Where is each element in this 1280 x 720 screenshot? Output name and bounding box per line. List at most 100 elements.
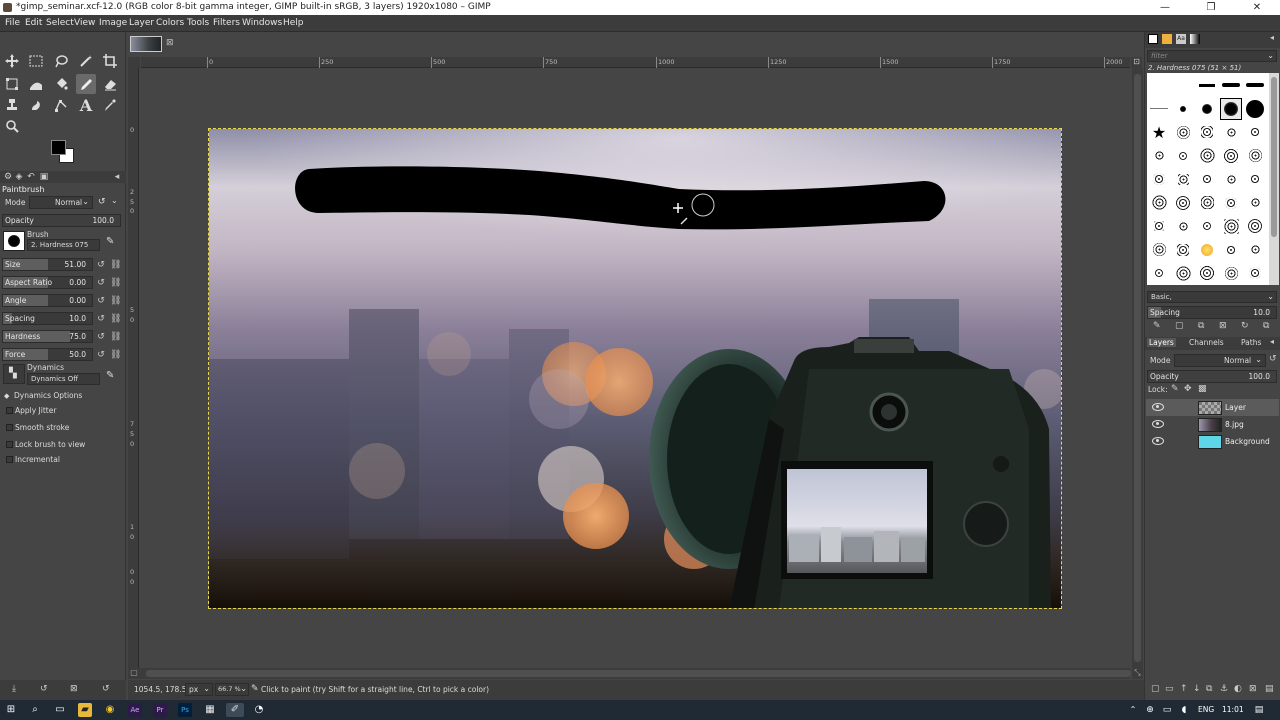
panel-menu-icon[interactable]: ◂ [112,172,122,182]
mode-dropdown[interactable]: Normal ⌄ [29,196,93,209]
slider-hardness[interactable]: Hardness 75.0 [2,330,93,343]
expander-icon[interactable]: ◆ [4,392,9,400]
file-explorer-icon[interactable]: ▰ [78,703,92,717]
brush-cell[interactable] [1220,192,1242,214]
tab-paths[interactable]: Paths [1241,338,1261,347]
duplicate-brush-icon[interactable]: ⧉ [1198,321,1204,331]
brush-cell[interactable] [1220,168,1242,190]
eye-icon[interactable] [1152,437,1164,445]
brush-cell[interactable] [1196,74,1218,96]
brush-tag-input[interactable]: Basic, ⌄ [1147,291,1277,303]
brush-cell[interactable] [1172,98,1194,120]
brush-cell[interactable] [1196,168,1218,190]
battery-icon[interactable]: ▭ [1160,703,1174,717]
image-tab-thumbnail[interactable] [130,36,162,52]
chain-icon[interactable]: ⛓ [110,332,121,342]
more-layer-icon[interactable]: ▤ [1265,684,1274,694]
crop-icon[interactable] [100,51,120,71]
menu-image[interactable]: Image [99,18,127,28]
brush-cell[interactable] [1244,74,1266,96]
maximize-button[interactable]: ❐ [1188,0,1234,15]
brush-cell[interactable] [1244,262,1266,284]
gimp-taskbar-icon[interactable]: ✐ [226,703,244,717]
brushes-tab-icon[interactable] [1148,34,1158,44]
close-tab-icon[interactable]: ⊠ [166,38,174,48]
brush-cell[interactable] [1148,168,1170,190]
brush-cell[interactable] [1196,215,1218,237]
slider-angle[interactable]: Angle 0.00 [2,294,93,307]
dynamics-field[interactable]: Dynamics Off [27,373,100,385]
menu-select[interactable]: Select [46,18,74,28]
quick-mask-icon[interactable]: ▢ [128,668,140,679]
patterns-tab-icon[interactable] [1162,34,1172,44]
warp-transform-icon[interactable] [26,74,46,94]
brush-cell[interactable] [1220,74,1242,96]
brush-cell[interactable] [1196,262,1218,284]
bucket-fill-icon[interactable] [51,74,71,94]
brush-cell[interactable] [1220,215,1242,237]
brush-cell[interactable] [1196,98,1218,120]
new-group-icon[interactable]: ▭ [1165,684,1174,694]
brush-cell-selected[interactable] [1220,97,1242,120]
unified-transform-icon[interactable] [2,74,22,94]
image-canvas[interactable] [208,128,1062,609]
premiere-icon[interactable]: Ae [128,703,142,717]
chain-icon[interactable]: ⛓ [110,350,121,360]
brush-grid[interactable]: ★ [1147,73,1269,285]
menu-windows[interactable]: Windows [242,18,282,28]
brush-name-field[interactable]: 2. Hardness 075 [27,239,100,251]
panel-menu-icon[interactable]: ◂ [1270,33,1274,42]
brush-cell[interactable] [1172,215,1194,237]
brush-filter-input[interactable]: filter ⌄ [1147,50,1277,62]
brush-cell[interactable] [1220,239,1242,261]
slider-size[interactable]: Size 51.00 [2,258,93,271]
images-tab-icon[interactable]: ▣ [39,172,49,182]
fg-bg-colors[interactable] [50,139,78,165]
speaker-icon[interactable]: ◖ [1177,703,1191,717]
menu-filters[interactable]: Filters [213,18,240,28]
chevron-up-icon[interactable]: ⌃ [1126,703,1140,717]
brush-cell[interactable]: ★ [1148,121,1170,143]
reset-layer-mode-icon[interactable]: ↺ [1269,354,1277,364]
reset-mode-icon[interactable]: ↺ [98,197,106,207]
minimize-button[interactable]: — [1142,0,1188,15]
edit-dynamics-icon[interactable]: ✎ [106,370,114,381]
vertical-scrollbar[interactable] [1132,68,1143,668]
refresh-brushes-icon[interactable]: ↻ [1241,321,1249,331]
brush-cell[interactable] [1220,121,1242,143]
menu-file[interactable]: File [5,18,20,28]
brush-cell[interactable] [1196,192,1218,214]
brush-cell[interactable] [1148,239,1170,261]
text-tool-icon[interactable]: A [76,95,96,115]
lasso-icon[interactable] [51,51,71,71]
rect-select-icon[interactable] [26,51,46,71]
brush-cell[interactable] [1172,262,1194,284]
brush-cell[interactable] [1148,98,1170,120]
brush-cell[interactable] [1220,262,1242,284]
language-indicator[interactable]: ENG [1198,705,1214,714]
panel-menu-icon[interactable]: ◂ [1270,337,1274,346]
brush-cell[interactable] [1244,145,1266,167]
photoshop-icon[interactable]: Ps [178,703,192,717]
lock-brush-checkbox[interactable] [6,441,13,448]
menu-view[interactable]: View [74,18,95,28]
open-brush-icon[interactable]: ⧉ [1263,321,1269,331]
save-options-icon[interactable]: ⤓ [12,684,16,694]
restore-options-icon[interactable]: ↺ [40,684,48,694]
zoom-fit-icon[interactable]: ⤡ [1132,668,1143,679]
brush-cell[interactable] [1172,74,1194,96]
lock-alpha-icon[interactable]: ▩ [1198,384,1207,394]
brush-cell[interactable] [1196,239,1218,261]
brush-grid-scrollbar[interactable] [1269,73,1279,285]
menu-tools[interactable]: Tools [187,18,209,28]
chevron-down-icon[interactable]: ⌄ [111,196,118,205]
zoom-tool-icon[interactable] [2,116,22,136]
brush-cell[interactable] [1244,121,1266,143]
delete-brush-icon[interactable]: ⊠ [1219,321,1227,331]
network-icon[interactable]: ⊕ [1143,703,1157,717]
mask-layer-icon[interactable]: ◐ [1234,684,1242,694]
reset-icon[interactable]: ↺ [96,314,106,324]
brush-cell[interactable] [1148,215,1170,237]
lower-layer-icon[interactable]: ↓ [1193,684,1201,694]
brush-spacing-slider[interactable]: Spacing 10.0 [1147,306,1277,319]
